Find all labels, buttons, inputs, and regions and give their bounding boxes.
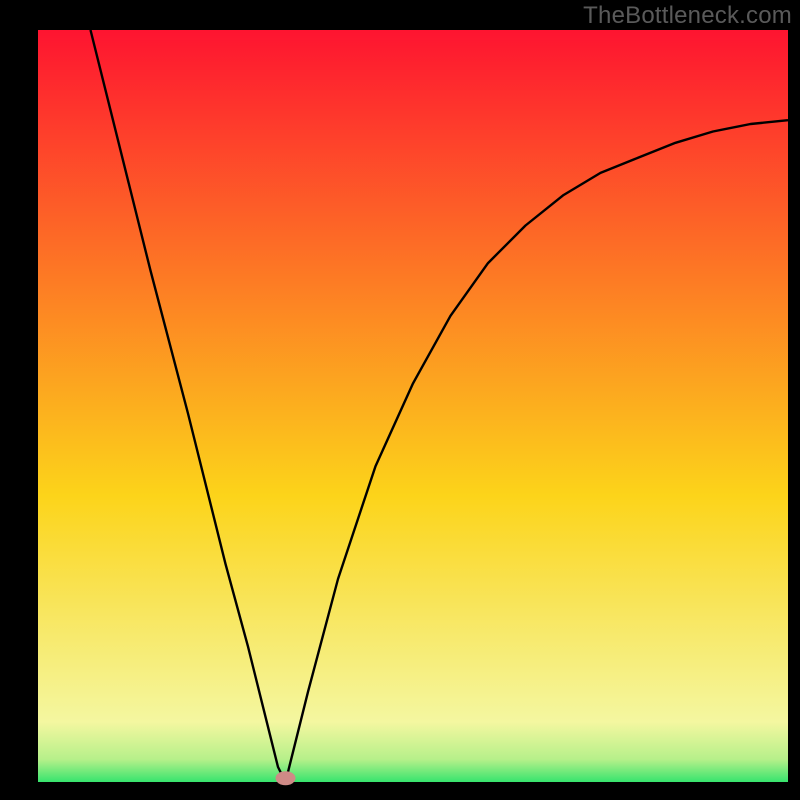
chart-frame: TheBottleneck.com <box>0 0 800 800</box>
bottleneck-chart <box>0 0 800 800</box>
optimum-point-marker <box>276 771 296 785</box>
watermark-label: TheBottleneck.com <box>583 2 792 30</box>
